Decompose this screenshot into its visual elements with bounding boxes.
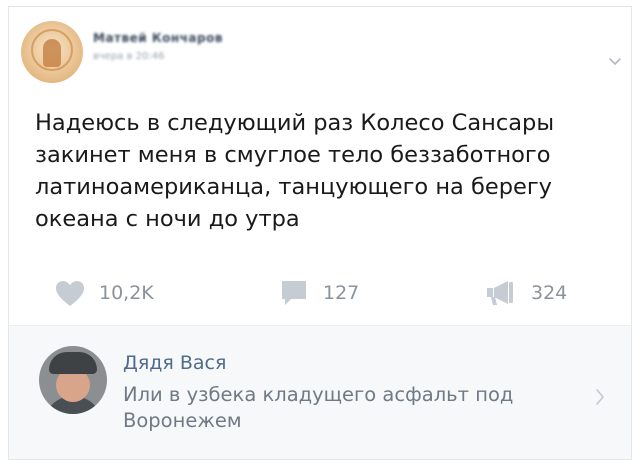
chevron-right-icon[interactable] (593, 386, 607, 408)
comment-button[interactable]: 127 (279, 273, 359, 313)
post-date[interactable]: вчера в 20:46 (93, 51, 165, 62)
comment-text: Или в узбека кладущего асфальт под Ворон… (123, 382, 583, 434)
share-count: 324 (531, 282, 568, 304)
post-text-line: океана с ночи до утра (35, 206, 300, 232)
post-text-line: Надеюсь в следующий раз Колесо Сансары (35, 110, 555, 136)
post-actions: 10,2K 127 324 (9, 273, 631, 313)
comment-text-line: Воронежем (123, 409, 242, 432)
post-text-line: латиноамериканца, танцующего на берегу (35, 174, 552, 200)
share-button[interactable]: 324 (485, 273, 567, 313)
commenter-avatar[interactable] (39, 346, 107, 414)
post-card: Матвей Кончаров вчера в 20:46 Надеюсь в … (8, 6, 632, 460)
top-comment[interactable]: Дядя Вася Или в узбека кладущего асфальт… (9, 325, 631, 459)
post-header: Матвей Кончаров вчера в 20:46 (9, 7, 631, 97)
post-text: Надеюсь в следующий раз Колесо Сансары з… (35, 107, 615, 235)
author-avatar[interactable] (21, 21, 83, 83)
post-text-line: закинет меня в смуглое тело беззаботного (35, 142, 551, 168)
like-count: 10,2K (99, 282, 154, 304)
megaphone-icon (487, 281, 513, 305)
author-name[interactable]: Матвей Кончаров (93, 31, 223, 45)
comment-text-line: Или в узбека кладущего асфальт под (123, 383, 514, 406)
like-button[interactable]: 10,2K (55, 273, 154, 313)
comment-bubble-icon (282, 281, 306, 305)
heart-icon (56, 280, 84, 306)
avatar-cap (49, 352, 97, 374)
avatar-figure (43, 39, 61, 67)
commenter-name[interactable]: Дядя Вася (123, 352, 226, 374)
chevron-down-icon[interactable] (607, 53, 623, 69)
comment-count: 127 (323, 282, 360, 304)
